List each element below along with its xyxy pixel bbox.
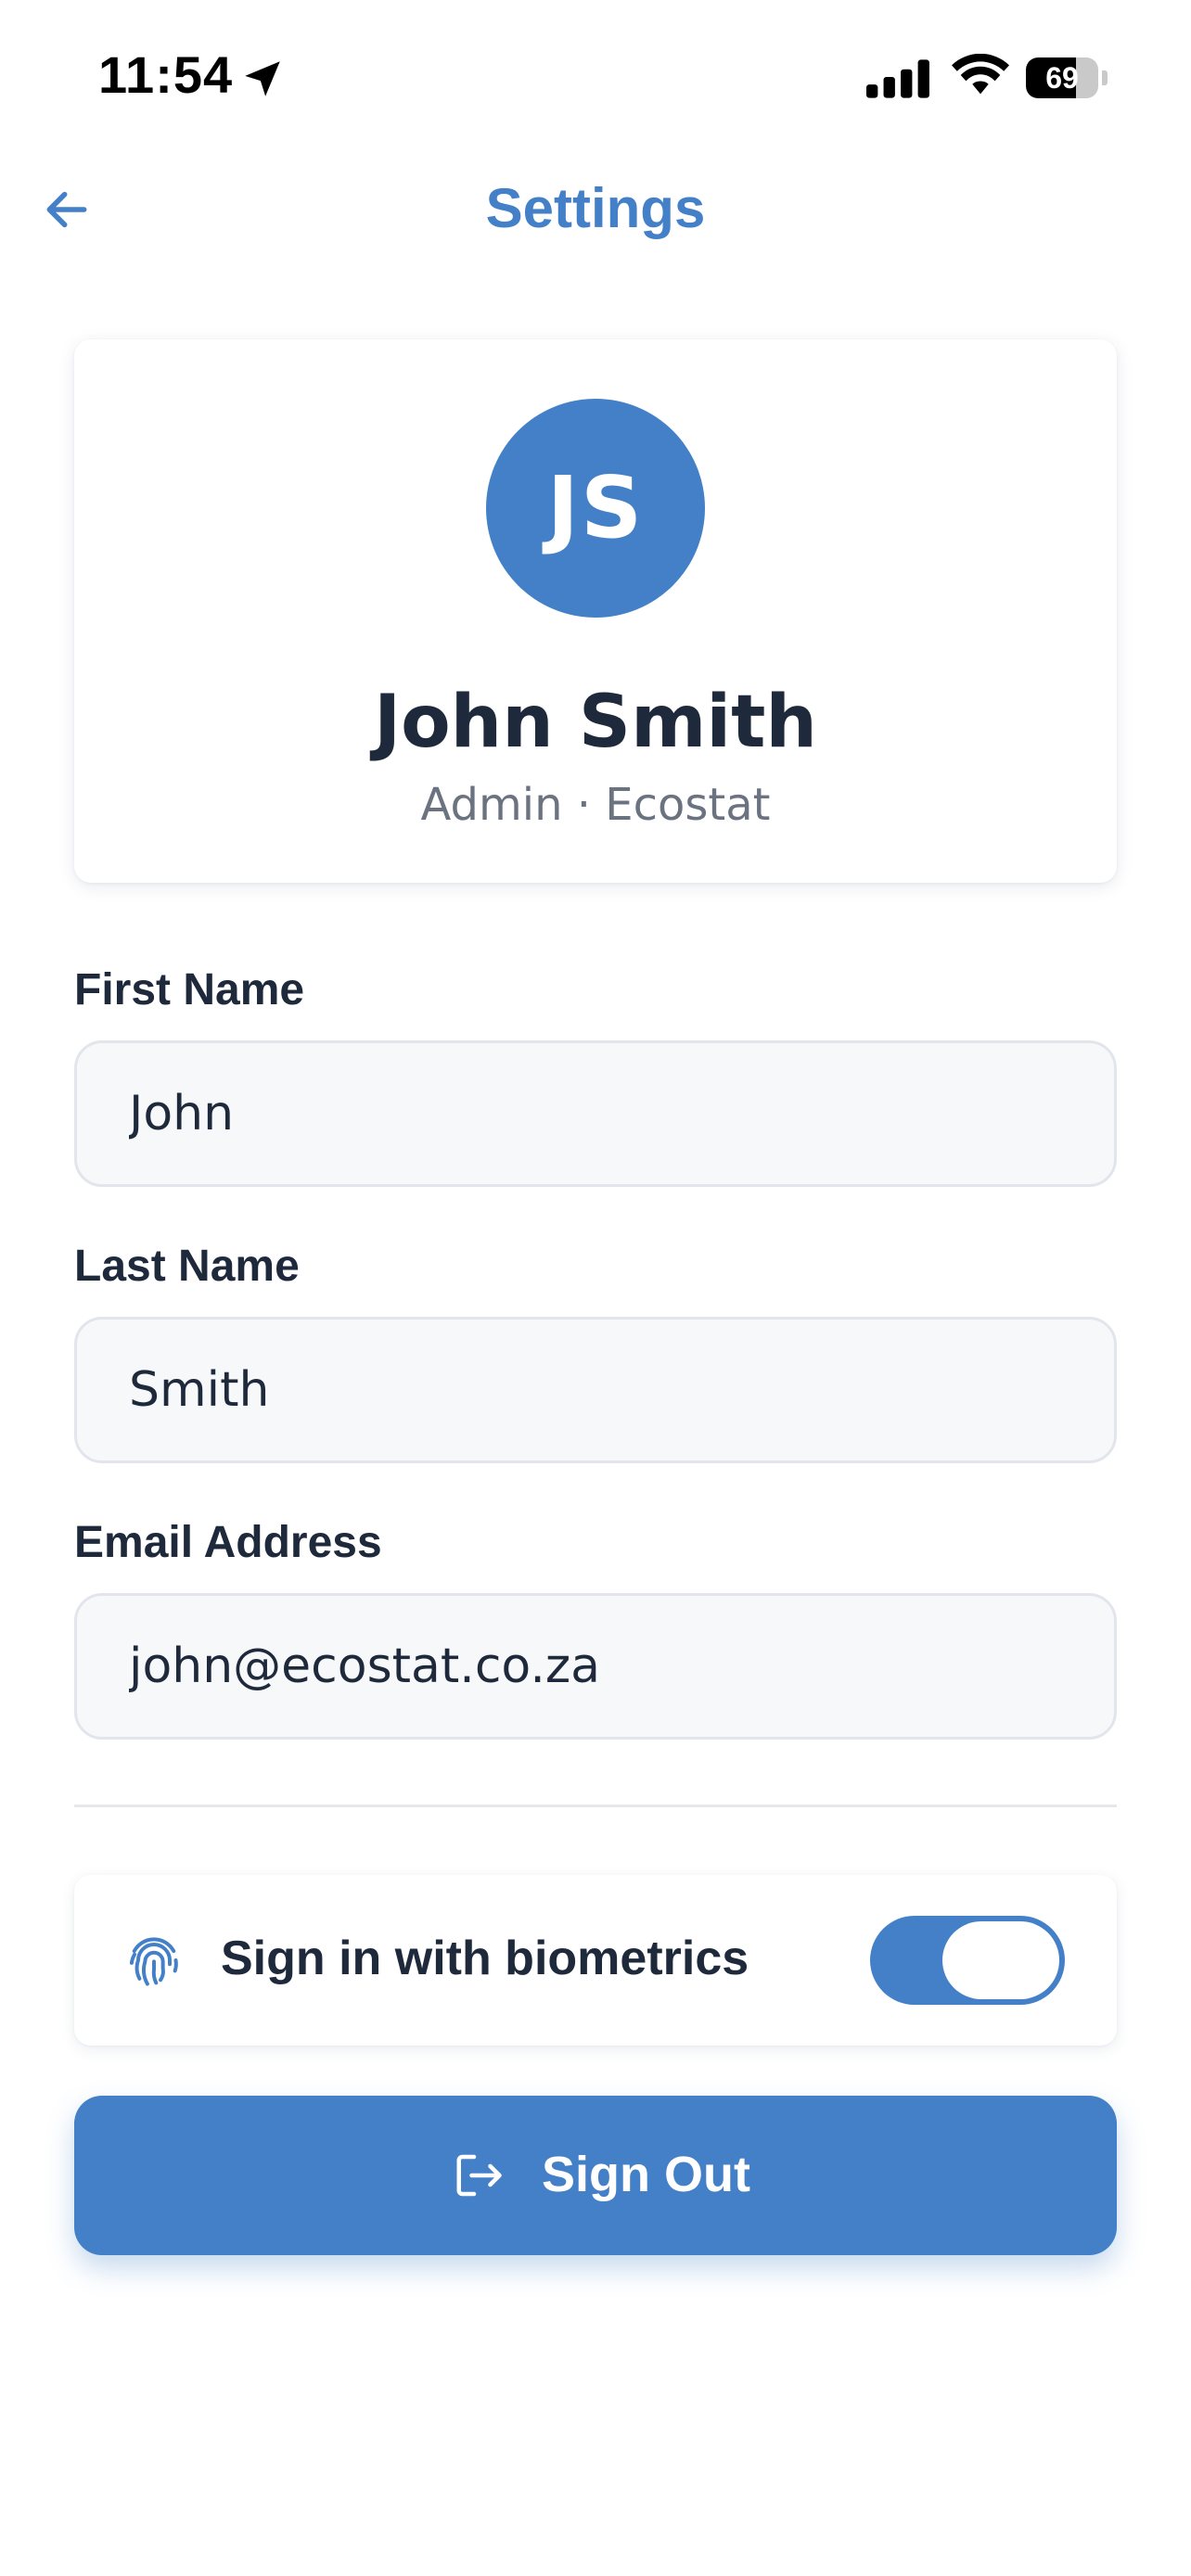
page-title: Settings xyxy=(485,177,706,239)
profile-role: Admin · Ecostat xyxy=(420,779,771,831)
settings-screen: 11:54 69 Settings JS John Smith Admin · … xyxy=(0,0,1191,2576)
battery-body: 69 xyxy=(1026,57,1098,98)
last-name-field[interactable] xyxy=(74,1317,1117,1463)
biometrics-label: Sign in with biometrics xyxy=(221,1932,749,1985)
battery-icon: 69 xyxy=(1026,57,1108,98)
cellular-signal-icon xyxy=(866,59,929,98)
sign-out-icon xyxy=(456,2154,502,2197)
battery-percent: 69 xyxy=(1045,61,1079,95)
battery-cap xyxy=(1102,70,1108,85)
first-name-label: First Name xyxy=(74,965,305,1014)
biometrics-toggle[interactable] xyxy=(870,1916,1065,2005)
sign-out-button[interactable]: Sign Out xyxy=(74,2096,1117,2255)
avatar: JS xyxy=(486,399,705,618)
first-name-field[interactable] xyxy=(74,1040,1117,1187)
toggle-knob xyxy=(942,1921,1059,1999)
email-field[interactable] xyxy=(74,1593,1117,1740)
location-arrow-icon xyxy=(245,61,280,96)
divider xyxy=(74,1804,1117,1807)
fingerprint-icon xyxy=(129,1937,178,1986)
last-name-label: Last Name xyxy=(74,1242,300,1291)
wifi-icon xyxy=(952,54,1009,95)
status-time: 11:54 xyxy=(98,45,234,104)
status-bar: 11:54 69 xyxy=(0,0,1191,139)
profile-name: John Smith xyxy=(374,681,817,764)
sign-out-label: Sign Out xyxy=(542,2147,750,2202)
profile-card: JS John Smith Admin · Ecostat xyxy=(74,339,1117,883)
biometrics-row: Sign in with biometrics xyxy=(74,1875,1117,2046)
email-label: Email Address xyxy=(74,1518,382,1567)
